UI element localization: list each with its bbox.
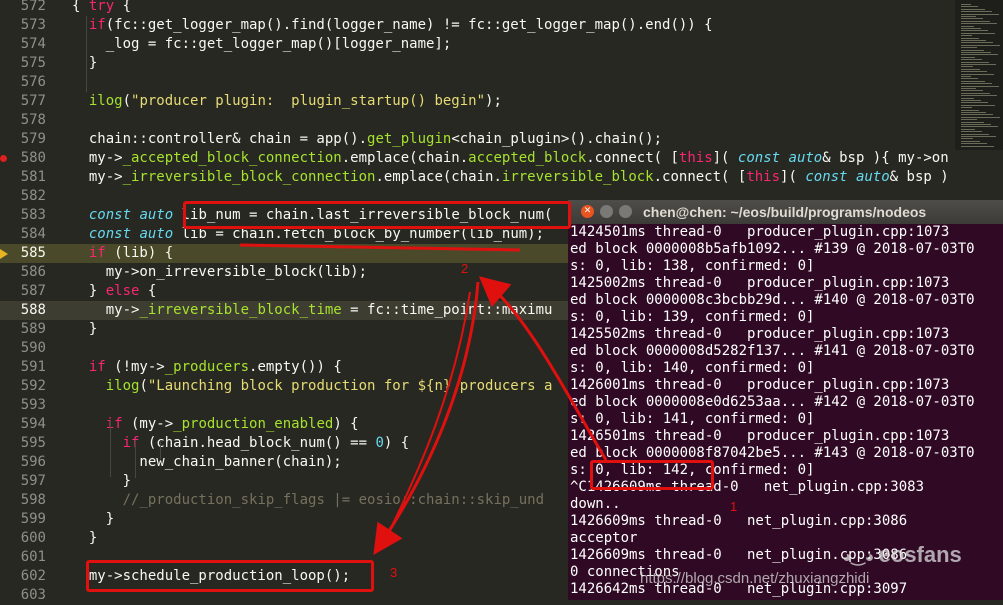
wechat-icon: ◕‿◕ [842,549,879,566]
arrow-1-to-2 [478,276,608,461]
watermark-brand: ◕‿◕ eosfans [842,542,962,567]
arrow-2-to-3 [373,281,480,555]
underline-fetch-block [239,243,521,252]
arrow-3-to-2 [384,291,471,541]
watermark-url: https://blog.csdn.net/zhuxiangzhidi [640,570,870,587]
annotation-arrows [239,243,608,555]
